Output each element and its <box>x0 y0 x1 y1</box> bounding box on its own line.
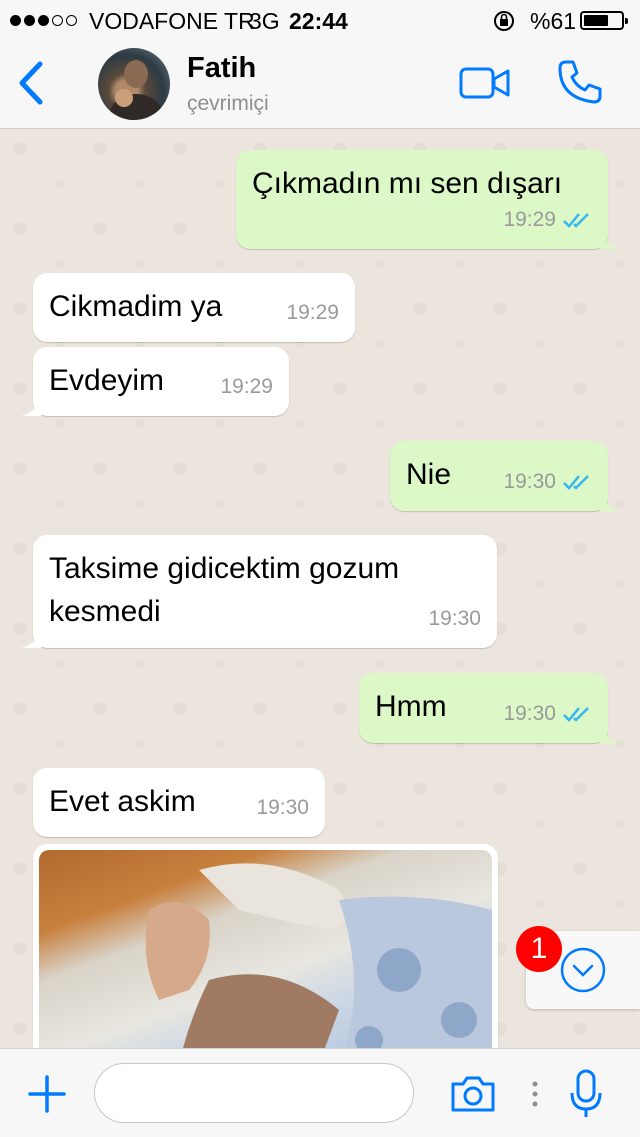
incoming-message[interactable]: Evdeyim 19:29 <box>21 347 289 416</box>
photo-attachment[interactable] <box>39 850 492 1048</box>
message-input[interactable] <box>94 1063 414 1123</box>
chat-header: Fatih çevrimiçi <box>0 40 640 129</box>
more-dots-icon <box>532 1081 538 1112</box>
chevron-down-icon <box>560 947 606 993</box>
message-time: 19:29 <box>503 208 556 231</box>
bubble-tail <box>600 229 620 249</box>
signal-strength-icon <box>10 0 77 40</box>
attach-plus-icon[interactable] <box>27 1074 67 1119</box>
carrier-name: VODAFONE TR <box>89 8 255 34</box>
camera-icon[interactable] <box>449 1074 497 1119</box>
message-text: Hmm <box>375 690 447 723</box>
incoming-message[interactable]: Evet askim 19:30 <box>33 768 325 837</box>
contact-avatar[interactable] <box>98 48 170 120</box>
battery-icon <box>580 11 628 30</box>
message-text: Çıkmadın mı sen dışarı <box>252 167 563 200</box>
message-text: Evet askim <box>49 785 196 818</box>
outgoing-message[interactable]: Nie 19:30 <box>390 441 620 511</box>
message-time: 19:30 <box>503 702 556 725</box>
status-time: 22:44 <box>289 8 348 34</box>
input-bar <box>0 1048 640 1137</box>
message-text: Cikmadim ya <box>49 290 223 323</box>
incoming-photo-message[interactable] <box>33 844 498 1048</box>
double-check-read-icon <box>563 212 589 228</box>
message-time: 19:29 <box>286 301 339 324</box>
message-time: 19:30 <box>503 470 556 493</box>
message-text: Taksime gidicektim gozum kesmedi <box>49 552 400 628</box>
status-bar: VODAFONE TR 3G 22:44 %61 <box>0 0 640 40</box>
bubble-tail <box>600 491 620 511</box>
bubble-tail <box>600 723 620 743</box>
message-time: 19:30 <box>428 607 481 630</box>
incoming-message[interactable]: Cikmadim ya 19:29 <box>33 273 355 342</box>
double-check-read-icon <box>563 474 589 490</box>
outgoing-message[interactable]: Çıkmadın mı sen dışarı 19:29 <box>236 150 620 249</box>
outgoing-message[interactable]: Hmm 19:30 <box>359 673 620 743</box>
rotation-lock-icon <box>492 9 516 39</box>
message-text: Nie <box>406 458 452 491</box>
back-chevron-icon[interactable] <box>14 58 48 113</box>
message-time: 19:29 <box>220 375 273 398</box>
unread-count-badge: 1 <box>516 926 562 972</box>
contact-name[interactable]: Fatih <box>187 52 256 85</box>
contact-status: çevrimiçi <box>187 92 269 115</box>
double-check-read-icon <box>563 706 589 722</box>
microphone-icon[interactable] <box>568 1069 604 1124</box>
bubble-tail <box>21 396 41 416</box>
video-call-icon[interactable] <box>459 66 511 105</box>
message-text: Evdeyim <box>49 364 165 397</box>
chat-area[interactable]: Çıkmadın mı sen dışarı 19:29 Cikmadim ya… <box>0 129 640 1048</box>
bubble-tail <box>21 628 41 648</box>
incoming-message[interactable]: Taksime gidicektim gozum kesmedi 19:30 <box>21 535 497 648</box>
phone-call-icon[interactable] <box>556 58 604 111</box>
message-time: 19:30 <box>256 796 309 819</box>
network-type: 3G <box>249 8 280 34</box>
battery-percentage: %61 <box>530 8 577 34</box>
